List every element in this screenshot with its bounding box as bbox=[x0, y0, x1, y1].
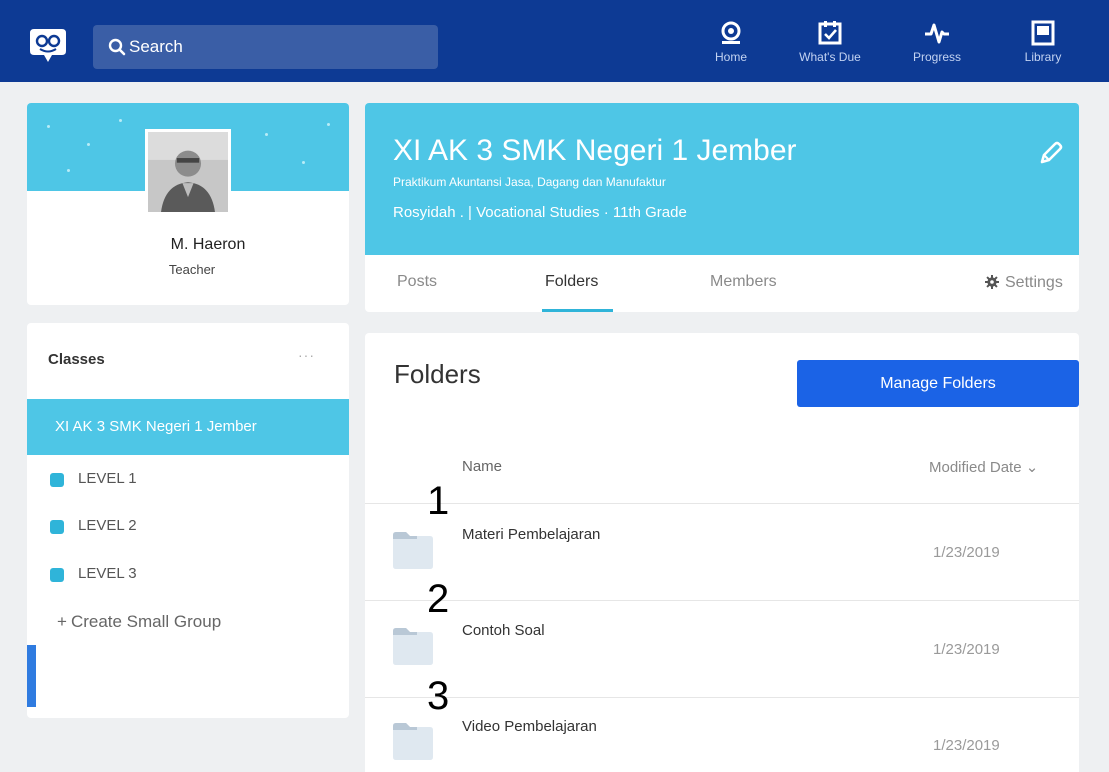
folder-icon bbox=[393, 723, 433, 760]
sidebar-item-active-class[interactable]: XI AK 3 SMK Negeri 1 Jember bbox=[27, 399, 349, 455]
profile-name[interactable]: M. Haeron bbox=[27, 236, 349, 254]
class-header-card: XI AK 3 SMK Negeri 1 Jember Praktikum Ak… bbox=[365, 103, 1079, 312]
nav-home-label: Home bbox=[714, 50, 747, 64]
create-small-group-label: Create Small Group bbox=[70, 612, 222, 631]
nav-progress[interactable]: Progress bbox=[897, 20, 977, 76]
plus-icon: + bbox=[57, 612, 67, 631]
avatar[interactable] bbox=[145, 129, 231, 215]
manage-folders-button[interactable]: Manage Folders bbox=[797, 360, 1079, 407]
search-input[interactable] bbox=[129, 25, 429, 69]
folders-panel: Folders Manage Folders Name Modified Dat… bbox=[365, 333, 1079, 772]
sidebar-item-level-2[interactable]: LEVEL 2 bbox=[50, 516, 310, 538]
folder-name[interactable]: Contoh Soal bbox=[462, 622, 545, 639]
folder-date: 1/23/2019 bbox=[933, 641, 1000, 658]
nav-whats-due-label: What's Due bbox=[799, 50, 861, 64]
folder-icon bbox=[393, 532, 433, 569]
group-color-icon bbox=[50, 520, 64, 534]
tab-posts[interactable]: Posts bbox=[397, 273, 437, 291]
nav-library[interactable]: Library bbox=[1003, 20, 1083, 76]
row-number: 3 bbox=[427, 674, 450, 718]
group-color-icon bbox=[50, 568, 64, 582]
search-bar bbox=[93, 25, 438, 69]
nav-library-label: Library bbox=[1024, 50, 1062, 64]
row-number: 1 bbox=[427, 479, 450, 523]
search-icon[interactable] bbox=[108, 38, 126, 56]
gear-icon bbox=[985, 275, 999, 289]
nav-home[interactable]: Home bbox=[691, 20, 771, 76]
active-tab-indicator bbox=[542, 309, 613, 312]
row-divider bbox=[365, 697, 1079, 698]
top-navigation-bar: Home What's Due Progress Library bbox=[0, 0, 1109, 82]
folders-heading: Folders bbox=[394, 359, 481, 389]
tab-folders[interactable]: Folders bbox=[545, 273, 598, 291]
settings-label: Settings bbox=[1005, 274, 1063, 291]
column-header-name[interactable]: Name bbox=[462, 458, 502, 475]
nav-whats-due[interactable]: What's Due bbox=[790, 20, 870, 76]
class-title: XI AK 3 SMK Negeri 1 Jember bbox=[393, 134, 797, 167]
sidebar-item-level-1[interactable]: LEVEL 1 bbox=[50, 469, 310, 491]
home-icon bbox=[721, 21, 741, 44]
calendar-check-icon bbox=[818, 21, 842, 45]
group-label: LEVEL 2 bbox=[78, 517, 137, 534]
active-class-label: XI AK 3 SMK Negeri 1 Jember bbox=[55, 418, 257, 435]
row-divider bbox=[365, 600, 1079, 601]
class-subtitle: Praktikum Akuntansi Jasa, Dagang dan Man… bbox=[393, 175, 666, 189]
row-divider bbox=[365, 503, 1079, 504]
profile-card: M. Haeron Teacher bbox=[27, 103, 349, 305]
more-options-icon[interactable]: ··· bbox=[298, 347, 315, 363]
tab-members[interactable]: Members bbox=[710, 273, 777, 291]
classes-sidebar: Classes ··· XI AK 3 SMK Negeri 1 Jember … bbox=[27, 323, 349, 718]
sidebar-item-level-3[interactable]: LEVEL 3 bbox=[50, 564, 310, 586]
group-label: LEVEL 3 bbox=[78, 565, 137, 582]
folder-date: 1/23/2019 bbox=[933, 737, 1000, 754]
column-header-modified-date[interactable]: Modified Date ⌄ bbox=[929, 458, 1038, 476]
scroll-accent-bar bbox=[27, 645, 36, 707]
edit-pencil-icon[interactable] bbox=[1037, 141, 1063, 167]
create-small-group-link[interactable]: + Create Small Group bbox=[57, 612, 225, 632]
class-meta: Rosyidah . | Vocational Studies · 11th G… bbox=[393, 204, 687, 221]
edmodo-logo-icon[interactable] bbox=[28, 25, 68, 65]
pulse-icon bbox=[925, 23, 949, 44]
folder-name[interactable]: Materi Pembelajaran bbox=[462, 526, 600, 543]
folder-date: 1/23/2019 bbox=[933, 544, 1000, 561]
classes-heading: Classes bbox=[48, 351, 105, 368]
group-color-icon bbox=[50, 473, 64, 487]
nav-progress-label: Progress bbox=[912, 50, 962, 64]
profile-role: Teacher bbox=[168, 262, 216, 277]
row-number: 2 bbox=[427, 577, 450, 621]
group-label: LEVEL 1 bbox=[78, 470, 137, 487]
class-banner: XI AK 3 SMK Negeri 1 Jember Praktikum Ak… bbox=[365, 103, 1079, 255]
library-icon bbox=[1031, 20, 1055, 46]
folder-name[interactable]: Video Pembelajaran bbox=[462, 718, 597, 735]
folder-icon bbox=[393, 628, 433, 665]
settings-button[interactable]: Settings bbox=[985, 274, 1063, 292]
